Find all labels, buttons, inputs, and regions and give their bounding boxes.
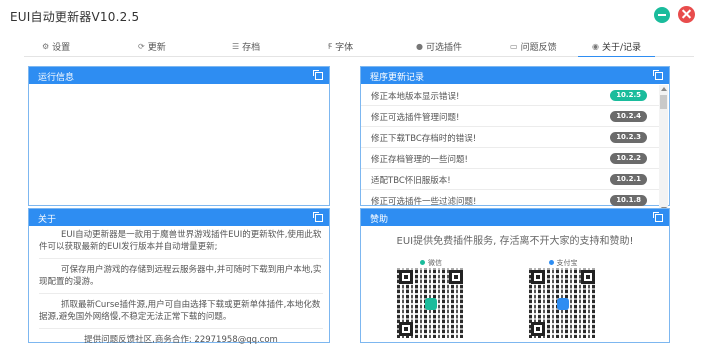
tab-about[interactable]: ◉ 关于/记录 xyxy=(577,36,656,57)
tab-label: 存档 xyxy=(242,42,261,53)
info-icon: ◉ xyxy=(592,41,599,51)
about-paragraph: EUI自动更新器是一款用于魔兽世界游戏插件EUI的更新软件,使用此软件可以获取最… xyxy=(39,230,323,259)
copy-icon[interactable] xyxy=(653,70,663,80)
tab-settings[interactable]: ⚙ 设置 xyxy=(42,36,70,56)
alipay-icon xyxy=(548,260,554,265)
changelog-item: 修正本地版本显示错误! 10.2.5 xyxy=(361,85,659,106)
version-badge: 10.2.5 xyxy=(610,90,647,101)
qr-code-image xyxy=(397,268,465,338)
panel-title: 运行信息 xyxy=(38,73,75,83)
tab-label: 更新 xyxy=(147,42,166,53)
version-badge: 10.2.1 xyxy=(610,174,647,185)
wechat-label: 微信 xyxy=(397,258,465,268)
close-button[interactable] xyxy=(678,6,695,23)
contact-info: 提供问题反馈社区,商务合作: 22971958@qq.com xyxy=(84,335,278,345)
tab-update[interactable]: ⟳ 更新 xyxy=(138,36,166,56)
copy-icon[interactable] xyxy=(653,212,663,222)
gear-icon: ⚙ xyxy=(42,41,50,51)
version-badge: 10.2.4 xyxy=(610,111,647,122)
copy-icon[interactable] xyxy=(313,70,323,80)
qr-code-image xyxy=(529,268,597,338)
wechat-icon xyxy=(420,260,425,265)
tab-label: 可选插件 xyxy=(425,42,462,53)
changelog-text: 适配TBC怀旧服版本! xyxy=(371,176,451,186)
panel-header: 程序更新记录 xyxy=(361,67,669,84)
archive-icon: ☰ xyxy=(232,41,240,51)
wechat-qr: 微信 xyxy=(397,258,465,338)
font-icon: Ꞙ xyxy=(328,41,333,51)
feedback-icon: ▭ xyxy=(510,41,518,51)
tab-optional-plugins[interactable]: ● 可选插件 xyxy=(416,36,462,56)
donate-panel: 赞助 EUI提供免费插件服务, 存活离不开大家的支持和赞助! 微信 支付宝 xyxy=(360,208,670,343)
tab-label: 字体 xyxy=(335,42,354,53)
version-badge: 10.1.8 xyxy=(610,195,647,206)
plugin-icon: ● xyxy=(416,41,423,51)
panel-title: 程序更新记录 xyxy=(370,73,425,83)
panel-title: 关于 xyxy=(38,215,57,225)
app-title: EUI自动更新器V10.2.5 xyxy=(10,10,140,24)
tab-label: 设置 xyxy=(52,42,71,53)
changelog-scrollbar[interactable] xyxy=(659,85,668,213)
changelog-item: 修正下载TBC存档时的错误! 10.2.3 xyxy=(361,127,659,148)
changelog-text: 修正本地版本显示错误! xyxy=(371,92,460,102)
minimize-button[interactable] xyxy=(654,7,670,23)
scroll-up-icon[interactable] xyxy=(661,87,667,91)
about-panel: 关于 EUI自动更新器是一款用于魔兽世界游戏插件EUI的更新软件,使用此软件可以… xyxy=(28,208,330,345)
changelog-item: 适配TBC怀旧服版本! 10.2.1 xyxy=(361,169,659,190)
changelog-item: 修正可选插件一些过滤问题! 10.1.8 xyxy=(361,190,659,210)
panel-header: 关于 xyxy=(29,209,329,226)
changelog-item: 修正存档管理的一些问题! 10.2.2 xyxy=(361,148,659,169)
refresh-icon: ⟳ xyxy=(138,41,145,51)
alipay-qr: 支付宝 xyxy=(529,258,597,338)
changelog-panel: 程序更新记录 修正本地版本显示错误! 10.2.5 修正可选插件管理问题! 10… xyxy=(360,66,670,213)
donate-message: EUI提供免费插件服务, 存活离不开大家的支持和赞助! xyxy=(396,236,634,247)
tab-bar: ⚙ 设置 ⟳ 更新 ☰ 存档 Ꞙ 字体 ● 可选插件 ▭ 问题反馈 ◉ 关于/记… xyxy=(24,36,694,57)
version-badge: 10.2.2 xyxy=(610,153,647,164)
changelog-item: 修正可选插件管理问题! 10.2.4 xyxy=(361,106,659,127)
tab-label: 问题反馈 xyxy=(520,42,557,53)
changelog-text: 修正存档管理的一些问题! xyxy=(371,155,468,165)
version-badge: 10.2.3 xyxy=(610,132,647,143)
scroll-thumb[interactable] xyxy=(660,95,667,109)
tab-label: 关于/记录 xyxy=(601,42,642,53)
alipay-logo-icon xyxy=(557,298,569,310)
tab-feedback[interactable]: ▭ 问题反馈 xyxy=(510,36,557,56)
wechat-logo-icon xyxy=(425,298,437,310)
about-paragraph: 可保存用户游戏的存储到远程云服务器中,并可随时下载到用户本地,实现配置的漫游。 xyxy=(39,265,323,294)
about-paragraph: 抓取最新Curse插件源,用户可自由选择下载或更新单体插件,本地化数据源,避免国… xyxy=(39,300,323,329)
changelog-text: 修正可选插件一些过滤问题! xyxy=(371,197,477,207)
run-info-panel: 运行信息 xyxy=(28,66,330,206)
about-text: EUI自动更新器是一款用于魔兽世界游戏插件EUI的更新软件,使用此软件可以获取最… xyxy=(39,230,323,353)
changelog-list: 修正本地版本显示错误! 10.2.5 修正可选插件管理问题! 10.2.4 修正… xyxy=(361,85,659,210)
changelog-text: 修正可选插件管理问题! xyxy=(371,113,460,123)
panel-title: 赞助 xyxy=(370,215,389,225)
title-bar: EUI自动更新器V10.2.5 xyxy=(0,0,712,32)
panel-header: 赞助 xyxy=(361,209,669,226)
alipay-label: 支付宝 xyxy=(529,258,597,268)
tab-font[interactable]: Ꞙ 字体 xyxy=(328,36,353,56)
tab-archive[interactable]: ☰ 存档 xyxy=(232,36,260,56)
copy-icon[interactable] xyxy=(313,212,323,222)
changelog-text: 修正下载TBC存档时的错误! xyxy=(371,134,477,144)
app-window: EUI自动更新器V10.2.5 ⚙ 设置 ⟳ 更新 ☰ 存档 Ꞙ 字体 ● 可选… xyxy=(0,0,712,363)
panel-header: 运行信息 xyxy=(29,67,329,84)
